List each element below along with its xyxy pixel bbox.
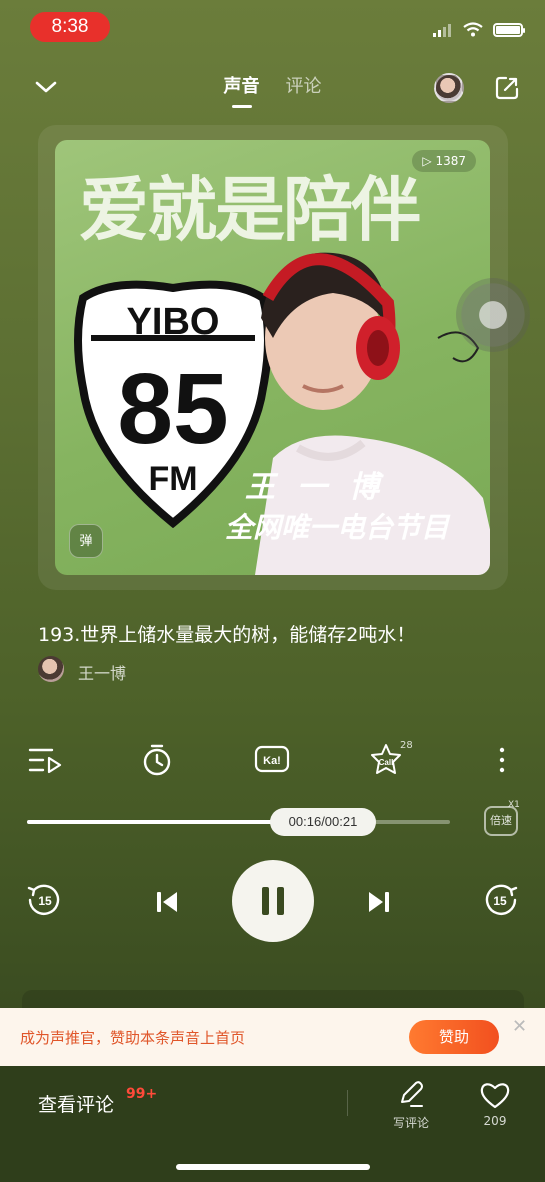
rewind-label: 15 (38, 894, 52, 908)
shield-top-text: YIBO (127, 301, 220, 343)
more-button[interactable] (482, 740, 522, 780)
signal-icon (433, 23, 451, 37)
playlist-button[interactable] (25, 740, 65, 780)
tab-sound[interactable]: 声音 (224, 72, 260, 108)
share-icon[interactable] (494, 75, 520, 101)
ka-label: Ka! (263, 755, 281, 767)
call-label: Call (379, 758, 394, 767)
album-cover[interactable]: 爱就是陪伴 ▷ 1387 YIBO 85 FM 王一博 全网唯一电台节目 弹 (55, 140, 490, 575)
play-count-badge: ▷ 1387 (412, 150, 476, 172)
next-icon (369, 892, 389, 912)
like-count: 209 (483, 1114, 507, 1128)
host-name: 王一博 (245, 470, 401, 505)
write-comment-button[interactable]: 写评论 (389, 1080, 433, 1131)
speed-button[interactable]: 倍速 (484, 806, 518, 836)
playlist-icon (28, 748, 62, 774)
rewind-15-icon: 15 (27, 884, 60, 915)
tab-comments[interactable]: 评论 (286, 72, 322, 108)
divider (347, 1090, 348, 1116)
pen-icon (401, 1081, 423, 1107)
like-button[interactable]: 209 (475, 1080, 515, 1128)
rewind-15-button[interactable]: 15 (24, 880, 64, 920)
program-label: 全网唯一电台节目 (225, 511, 450, 544)
ka-button[interactable]: Ka! (252, 740, 292, 780)
timer-button[interactable] (137, 740, 177, 780)
status-icons (433, 22, 525, 37)
play-count: 1387 (435, 154, 466, 168)
shield-number: 85 (117, 353, 228, 465)
comment-count-badge: 99+ (126, 1086, 158, 1102)
previous-icon (157, 892, 177, 912)
next-button[interactable] (362, 885, 396, 919)
call-icon: Call (371, 744, 401, 774)
wifi-icon (463, 22, 483, 37)
pause-button[interactable] (232, 860, 314, 942)
shield-bottom-text: FM (148, 460, 197, 498)
more-icon (499, 747, 505, 773)
author-avatar[interactable] (38, 656, 64, 682)
view-comments-button[interactable]: 查看评论 (38, 1090, 114, 1117)
sponsor-button[interactable]: 赞助 (409, 1020, 499, 1054)
heart-icon (480, 1083, 510, 1109)
episode-title: 193.世界上储水量最大的树，能储存2吨水！ (38, 624, 416, 646)
call-count: 28 (400, 740, 413, 751)
pause-icon (262, 887, 284, 915)
floating-assistive-ball[interactable] (456, 278, 530, 352)
write-comment-label: 写评论 (392, 1116, 429, 1130)
danmaku-badge[interactable]: 弹 (69, 524, 103, 558)
close-icon[interactable]: ✕ (512, 1016, 527, 1037)
battery-icon (493, 22, 525, 37)
home-indicator[interactable] (176, 1164, 370, 1170)
progress-bar[interactable] (27, 820, 450, 824)
avatar[interactable] (434, 73, 464, 103)
previous-button[interactable] (150, 885, 184, 919)
timer-icon (143, 744, 171, 776)
forward-label: 15 (493, 894, 507, 908)
speed-value: X1 (508, 800, 520, 810)
progress-thumb-time[interactable]: 00:16/00:21 (270, 808, 376, 836)
author-name[interactable]: 王一博 (78, 660, 126, 684)
sponsor-banner-text: 成为声推官，赞助本条声音上首页 (20, 1029, 246, 1047)
forward-15-icon: 15 (485, 884, 518, 915)
ka-icon: Ka! (254, 745, 290, 773)
status-time: 8:38 (30, 12, 110, 42)
forward-15-button[interactable]: 15 (481, 880, 521, 920)
